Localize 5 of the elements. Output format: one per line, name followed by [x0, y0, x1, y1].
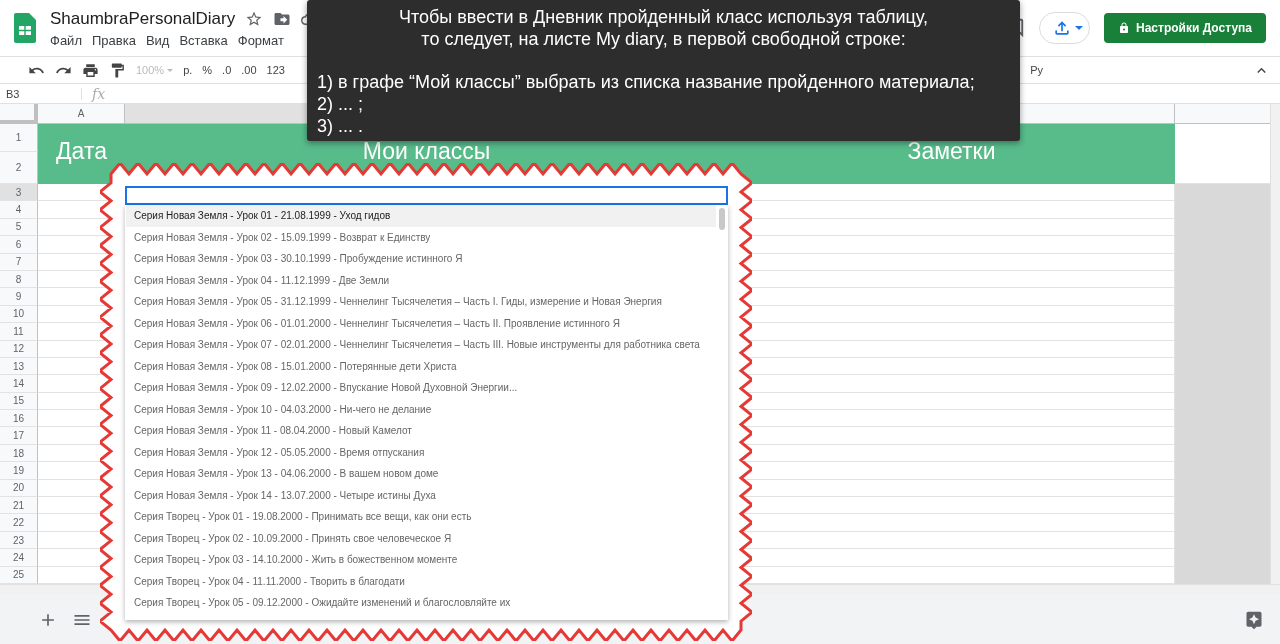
tooltip-text: Чтобы ввести в Дневник пройденный класс используя таблицу,: [399, 6, 928, 28]
tooltip-step: 1) в графе “Мой классы” выбрать из списка название пройденного материала;: [317, 71, 975, 93]
formula-label: fx: [92, 85, 107, 102]
tooltip-text: то следует, на листе My diary, в первой свободной строке:: [421, 28, 906, 50]
tooltip-step: 2) ... ;: [317, 93, 363, 115]
